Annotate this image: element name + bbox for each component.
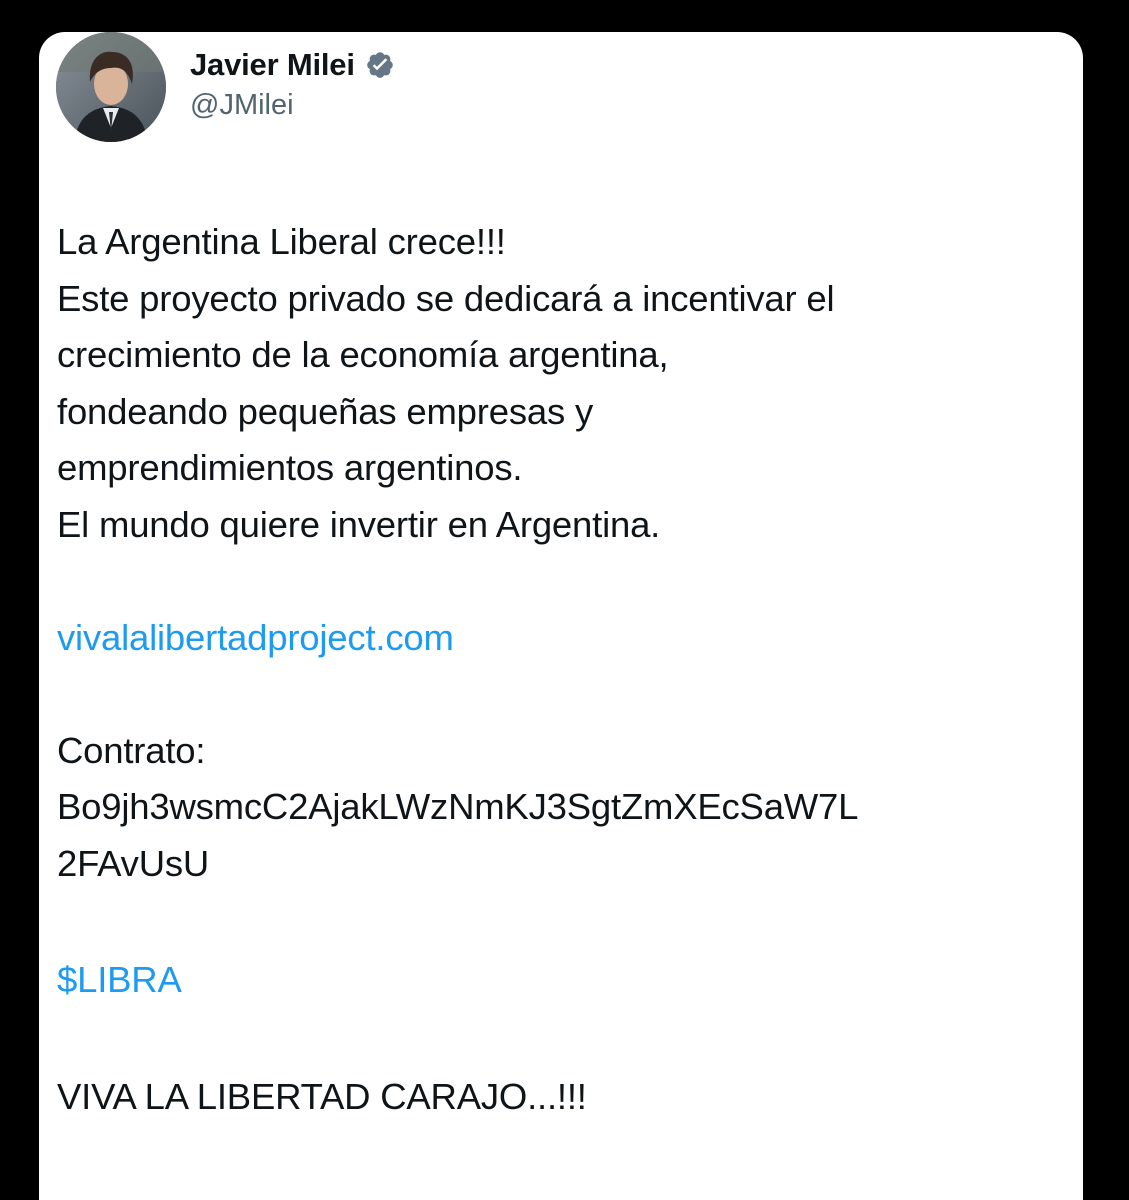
tweet-link[interactable]: vivalalibertadproject.com <box>57 610 1017 667</box>
contract-label: Contrato: <box>57 729 206 771</box>
tweet-line: Este proyecto privado se dedicará a ince… <box>57 277 835 319</box>
tweet-line: El mundo quiere invertir en Argentina. <box>57 503 661 545</box>
tweet-header: Javier Milei @JMilei <box>56 32 395 142</box>
contract-address-continued: 2FAvUsU <box>57 842 210 884</box>
tweet-line: La Argentina Liberal crece!!! <box>57 221 506 262</box>
author-handle[interactable]: @JMilei <box>190 89 395 122</box>
contract-address: Bo9jh3wsmcC2AjakLWzNmKJ3SgtZmXEcSaW7L <box>57 786 859 827</box>
cashtag-link[interactable]: $LIBRA <box>57 952 1017 1009</box>
avatar[interactable] <box>56 32 166 142</box>
name-row: Javier Milei <box>190 47 395 83</box>
closing-line: VIVA LA LIBERTAD CARAJO...!!! <box>57 1075 587 1117</box>
author-names: Javier Milei @JMilei <box>190 47 395 122</box>
display-name[interactable]: Javier Milei <box>190 47 355 83</box>
tweet-text: La Argentina Liberal crece!!! Este proye… <box>57 214 1017 1125</box>
tweet-line: emprendimientos argentinos. <box>57 447 523 488</box>
tweet-line: crecimiento de la economía argentina, <box>57 334 669 375</box>
verified-badge-icon <box>365 50 395 80</box>
tweet-line: fondeando pequeñas empresas y <box>57 390 594 432</box>
